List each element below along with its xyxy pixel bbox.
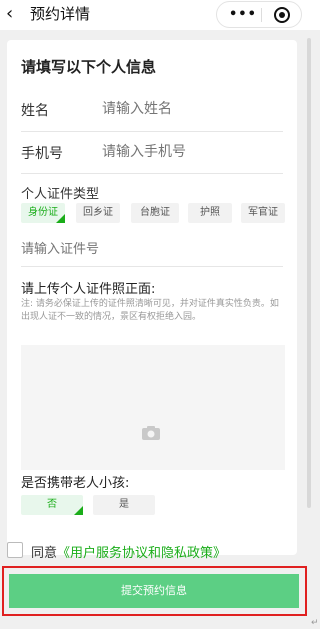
upload-title: 请上传个人证件照正面: — [21, 282, 156, 297]
id-option-home-return[interactable]: 回乡证 — [76, 203, 120, 223]
carry-label: 是否携带老人小孩: — [21, 476, 130, 491]
phone-label: 手机号 — [21, 146, 63, 162]
divider — [21, 131, 283, 132]
carry-option-label: 否 — [47, 499, 57, 510]
id-option-taiwan[interactable]: 台胞证 — [131, 203, 179, 223]
carry-options: 否 是 — [21, 495, 171, 517]
return-mark-icon: ↵ — [311, 618, 319, 628]
name-input[interactable] — [102, 98, 282, 118]
id-option-officer[interactable]: 军官证 — [241, 203, 285, 223]
navigation-bar: ‹ 预约详情 ••• — [0, 0, 320, 30]
id-option-passport[interactable]: 护照 — [188, 203, 232, 223]
id-option-label: 台胞证 — [140, 207, 170, 218]
id-option-label: 护照 — [200, 207, 220, 218]
upload-note: 注: 请务必保证上传的证件照清晰可见，并对证件真实性负责。如出现人证不一致的情况… — [21, 299, 279, 322]
camera-icon — [142, 426, 160, 440]
carry-option-label: 是 — [119, 499, 129, 510]
id-type-label: 个人证件类型 — [21, 187, 100, 202]
submit-button[interactable]: 提交预约信息 — [9, 574, 299, 608]
id-option-label: 军官证 — [248, 207, 278, 218]
page-title: 预约详情 — [30, 5, 91, 23]
id-option-id-card[interactable]: 身份证 — [21, 203, 65, 223]
upload-photo-area[interactable] — [21, 345, 285, 470]
form-card: 请填写以下个人信息 姓名 手机号 个人证件类型 身份证 回乡证 台胞证 护照 军… — [7, 40, 297, 555]
id-option-label: 身份证 — [28, 207, 58, 218]
agreement-link[interactable]: 《用户服务协议和隐私政策》 — [57, 546, 226, 561]
divider — [21, 173, 283, 174]
section-title: 请填写以下个人信息 — [21, 58, 157, 76]
carry-option-yes[interactable]: 是 — [93, 495, 155, 515]
selected-corner-icon — [74, 506, 83, 515]
agreement-checkbox[interactable] — [7, 542, 23, 558]
agreement-text: 同意《用户服务协议和隐私政策》 — [31, 542, 226, 561]
highlight-frame: 提交预约信息 — [2, 566, 307, 616]
name-label: 姓名 — [21, 103, 49, 119]
phone-input[interactable] — [102, 141, 282, 161]
id-type-options: 身份证 回乡证 台胞证 护照 军官证 — [21, 203, 285, 225]
agreement-row: 同意《用户服务协议和隐私政策》 — [7, 540, 297, 561]
agreement-prefix: 同意 — [31, 546, 58, 561]
target-circle-icon[interactable] — [273, 6, 291, 24]
id-number-input[interactable] — [21, 238, 283, 258]
scrollbar[interactable] — [307, 38, 311, 508]
divider — [21, 266, 283, 267]
selected-corner-icon — [56, 214, 65, 223]
chevron-left-icon[interactable]: ‹ — [6, 4, 24, 24]
id-option-label: 回乡证 — [83, 207, 113, 218]
carry-option-no[interactable]: 否 — [21, 495, 83, 515]
more-dots-icon[interactable]: ••• — [229, 5, 256, 25]
capsule-divider — [261, 8, 262, 22]
mini-program-capsule: ••• — [216, 1, 302, 28]
